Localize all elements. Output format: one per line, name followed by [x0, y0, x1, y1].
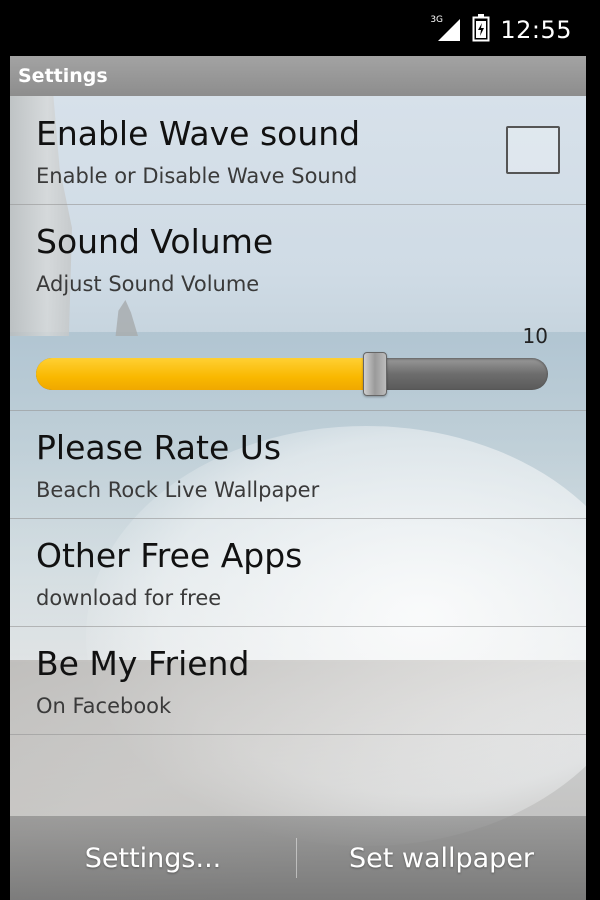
pref-title: Please Rate Us — [36, 428, 282, 467]
settings-button[interactable]: Settings... — [10, 816, 296, 900]
signal-icon: 3G — [430, 15, 462, 43]
volume-slider-thumb[interactable] — [363, 352, 387, 396]
volume-slider-fill — [36, 358, 374, 390]
pref-title: Enable Wave sound — [36, 114, 361, 153]
pref-title: Other Free Apps — [36, 536, 303, 575]
volume-value: 10 — [522, 324, 548, 348]
pref-enable-wave-sound[interactable]: Enable Wave sound Enable or Disable Wave… — [10, 96, 586, 204]
volume-slider-track[interactable] — [36, 358, 548, 390]
pref-summary: Adjust Sound Volume — [36, 272, 260, 296]
pref-title: Be My Friend — [36, 644, 250, 683]
phone-screen: 3G 12:55 Settings Enable Wave sound Enab… — [10, 0, 586, 900]
set-wallpaper-button[interactable]: Set wallpaper — [297, 816, 586, 900]
pref-summary: On Facebook — [36, 694, 172, 718]
pref-summary: Beach Rock Live Wallpaper — [36, 478, 320, 502]
settings-title-bar: Settings — [10, 56, 586, 97]
status-icons: 3G 12:55 — [430, 14, 572, 46]
status-bar: 3G 12:55 — [10, 0, 586, 56]
pref-be-my-friend[interactable]: Be My Friend On Facebook — [10, 627, 586, 735]
clock: 12:55 — [500, 16, 572, 44]
wave-sound-checkbox[interactable] — [506, 126, 560, 174]
pref-title: Sound Volume — [36, 222, 274, 261]
pref-other-free-apps[interactable]: Other Free Apps download for free — [10, 519, 586, 627]
pref-rate-us[interactable]: Please Rate Us Beach Rock Live Wallpaper — [10, 411, 586, 519]
pref-summary: download for free — [36, 586, 222, 610]
battery-icon — [472, 14, 490, 46]
pref-summary: Enable or Disable Wave Sound — [36, 164, 358, 188]
bottom-action-bar: Settings... Set wallpaper — [10, 816, 586, 900]
beach-wallpaper-background: Enable Wave sound Enable or Disable Wave… — [10, 96, 586, 900]
page-title: Settings — [18, 65, 108, 87]
network-type-label: 3G — [430, 15, 444, 25]
divider — [10, 734, 586, 735]
